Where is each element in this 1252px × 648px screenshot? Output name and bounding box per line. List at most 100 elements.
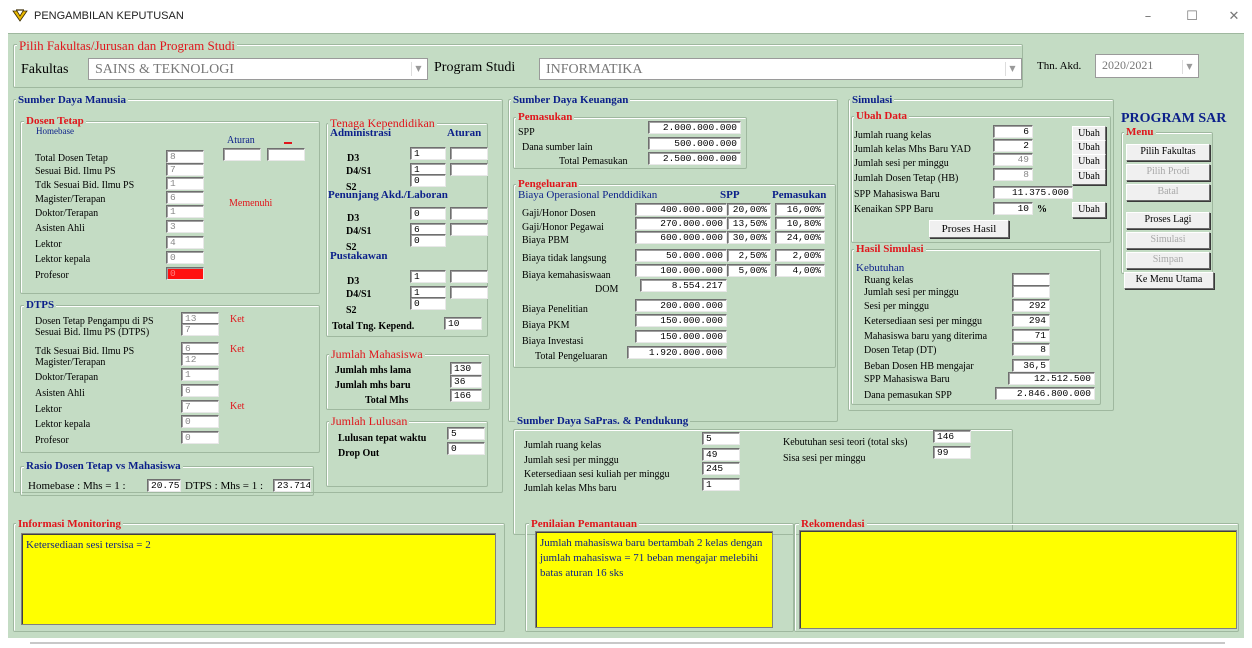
pengeluaran-spp-pct[interactable]: 5,00% — [727, 264, 771, 277]
pilih-fakultas-button[interactable]: Pilih Fakultas — [1126, 144, 1210, 161]
total-pemasukan-value[interactable]: 2.500.000.000 — [648, 152, 741, 165]
pengeluaran-spp-pct[interactable]: 2,50% — [727, 249, 771, 262]
dtps-row-value[interactable]: 7 — [181, 323, 219, 336]
pengeluaran-pem-pct[interactable]: 24,00% — [775, 231, 825, 244]
spp-value[interactable]: 2.000.000.000 — [648, 121, 741, 134]
hasil-row-value[interactable] — [1012, 285, 1050, 298]
tendik-aturan-input[interactable] — [450, 286, 488, 299]
aturan-max-input[interactable] — [267, 148, 305, 161]
dosen-row-value[interactable]: 1 — [166, 205, 204, 218]
tendik-aturan-input[interactable] — [450, 163, 488, 176]
fakultas-select[interactable]: SAINS & TEKNOLOGI ▼ — [88, 58, 428, 80]
hasil-row-value[interactable]: 36,5 — [1012, 359, 1050, 372]
penelitian-value[interactable]: 200.000.000 — [635, 299, 727, 312]
simulasi-row-value[interactable]: 6 — [993, 125, 1033, 138]
tendik-value[interactable]: 1 — [410, 147, 446, 160]
dtps-row-value[interactable]: 0 — [181, 415, 219, 428]
hasil-spp-value[interactable]: 12.512.500 — [1008, 372, 1095, 385]
tendik-value[interactable]: 0 — [410, 297, 446, 310]
drop-out-value[interactable]: 0 — [447, 442, 485, 455]
pengeluaran-row-value[interactable]: 100.000.000 — [635, 264, 727, 277]
tendik-value[interactable]: 0 — [410, 207, 446, 220]
dosen-row-value[interactable]: 6 — [166, 191, 204, 204]
total-mhs-value[interactable]: 166 — [450, 389, 482, 402]
ubah-button[interactable]: Ubah — [1072, 154, 1106, 170]
dana-lain-value[interactable]: 500.000.000 — [648, 137, 741, 150]
simulasi-row-value[interactable]: 49 — [993, 153, 1033, 166]
sarpras-sesi-value[interactable]: 49 — [702, 448, 740, 461]
dom-value[interactable]: 8.554.217 — [640, 279, 727, 292]
rekomendasi-textarea[interactable] — [799, 530, 1237, 629]
hasil-row-value[interactable]: 8 — [1012, 343, 1050, 356]
pengeluaran-row-value[interactable]: 270.000.000 — [635, 217, 727, 230]
pilih-prodi-button[interactable]: Pilih Prodi — [1126, 164, 1210, 181]
kebutuhan-sesi-value[interactable]: 146 — [933, 430, 971, 443]
pengeluaran-row-value[interactable]: 50.000.000 — [635, 249, 727, 262]
dosen-row-value[interactable]: 3 — [166, 220, 204, 233]
ke-menu-utama-button[interactable]: Ke Menu Utama — [1124, 272, 1214, 289]
aturan-min-input[interactable] — [223, 148, 261, 161]
tendik-aturan-input[interactable] — [450, 223, 488, 236]
lulusan-tepat-value[interactable]: 5 — [447, 427, 485, 440]
pkm-value[interactable]: 150.000.000 — [635, 314, 727, 327]
dana-spp-value[interactable]: 2.846.800.000 — [995, 387, 1095, 400]
tendik-aturan-input[interactable] — [450, 147, 488, 160]
dtps-row-value[interactable]: 0 — [181, 431, 219, 444]
simulasi-row-value[interactable]: 8 — [993, 168, 1033, 181]
pengeluaran-spp-pct[interactable]: 30,00% — [727, 231, 771, 244]
sisa-sesi-value[interactable]: 99 — [933, 446, 971, 459]
tendik-value[interactable]: 1 — [410, 270, 446, 283]
spp-baru-value[interactable]: 11.375.000 — [993, 186, 1073, 199]
pengeluaran-spp-pct[interactable]: 13,50% — [727, 217, 771, 230]
ubah-kenaikan-button[interactable]: Ubah — [1072, 202, 1106, 218]
rasio-homebase-value[interactable]: 20.75 — [147, 479, 181, 492]
kenaikan-value[interactable]: 10 — [993, 202, 1033, 215]
sarpras-ruang-value[interactable]: 5 — [702, 432, 740, 445]
close-button[interactable]: ✕ — [1220, 6, 1248, 28]
prodi-select[interactable]: INFORMATIKA ▼ — [539, 58, 1022, 80]
hasil-row-value[interactable]: 71 — [1012, 329, 1050, 342]
tendik-aturan-input[interactable] — [450, 207, 488, 220]
proses-hasil-button[interactable]: Proses Hasil — [929, 220, 1009, 238]
pengeluaran-spp-pct[interactable]: 20,00% — [727, 203, 771, 216]
total-tendik-value[interactable]: 10 — [444, 317, 482, 330]
hasil-row-value[interactable]: 292 — [1012, 299, 1050, 312]
simpan-button[interactable]: Simpan — [1126, 252, 1210, 269]
thn-akd-select[interactable]: 2020/2021 ▼ — [1095, 54, 1199, 78]
penilaian-textarea[interactable]: Jumlah mahasiswa baru bertambah 2 kelas … — [535, 531, 773, 628]
pengeluaran-pem-pct[interactable]: 4,00% — [775, 264, 825, 277]
mhs-lama-value[interactable]: 130 — [450, 362, 482, 375]
investasi-value[interactable]: 150.000.000 — [635, 330, 727, 343]
dtps-row-value[interactable]: 7 — [181, 400, 219, 413]
monitoring-textarea[interactable]: Ketersediaan sesi tersisa = 2 — [21, 533, 496, 625]
dosen-row-value[interactable]: 0 — [166, 267, 204, 280]
dosen-row-value[interactable]: 1 — [166, 177, 204, 190]
simulasi-button[interactable]: Simulasi — [1126, 232, 1210, 249]
pengeluaran-pem-pct[interactable]: 2,00% — [775, 249, 825, 262]
dtps-row-value[interactable]: 1 — [181, 368, 219, 381]
dosen-row-value[interactable]: 7 — [166, 163, 204, 176]
total-pengeluaran-value[interactable]: 1.920.000.000 — [627, 346, 727, 359]
dtps-row-value[interactable]: 12 — [181, 353, 219, 366]
pengeluaran-row-value[interactable]: 600.000.000 — [635, 231, 727, 244]
tendik-aturan-input[interactable] — [450, 270, 488, 283]
pengeluaran-row-value[interactable]: 400.000.000 — [635, 203, 727, 216]
pengeluaran-pem-pct[interactable]: 10,80% — [775, 217, 825, 230]
hasil-row-value[interactable]: 294 — [1012, 314, 1050, 327]
dosen-row-value[interactable]: 8 — [166, 150, 204, 163]
pengeluaran-pem-pct[interactable]: 16,00% — [775, 203, 825, 216]
batal-button[interactable]: Batal — [1126, 184, 1210, 201]
proses-lagi-button[interactable]: Proses Lagi — [1126, 212, 1210, 229]
dosen-row-value[interactable]: 4 — [166, 236, 204, 249]
rasio-dtps-value[interactable]: 23.714 — [273, 479, 311, 492]
minimize-button[interactable]: – — [1134, 6, 1162, 28]
tendik-value[interactable]: 0 — [410, 174, 446, 187]
sarpras-ketersediaan-value[interactable]: 245 — [702, 462, 740, 475]
sarpras-kelas-value[interactable]: 1 — [702, 478, 740, 491]
dtps-row-value[interactable]: 6 — [181, 384, 219, 397]
maximize-button[interactable]: ☐ — [1178, 6, 1206, 28]
tendik-value[interactable]: 0 — [410, 234, 446, 247]
scrollbar[interactable] — [30, 642, 1225, 644]
mhs-baru-value[interactable]: 36 — [450, 375, 482, 388]
ubah-button[interactable]: Ubah — [1072, 169, 1106, 185]
